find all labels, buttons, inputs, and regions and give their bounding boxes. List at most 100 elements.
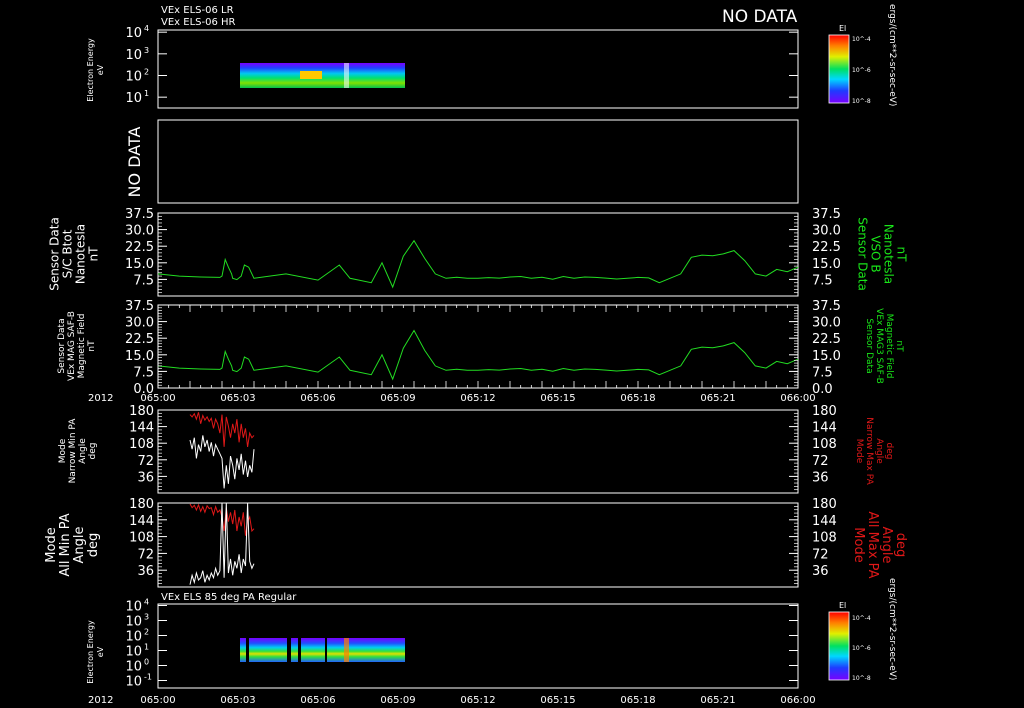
panel-3-ytick-label-right: 7.5 (812, 273, 833, 288)
panel-6-all-pa: 180 180144 144108 10872 7236 36 Mode All Min P… (44, 497, 908, 588)
panel-6-ytick-label: 36 (137, 564, 154, 579)
axis-2-time-tick-label: 065:06 (300, 695, 335, 706)
colorbar-1-tick-3: 10^-8 (852, 98, 871, 105)
panel-3-ytick-label-right: 22.5 (812, 240, 841, 255)
header-line-2: VEx ELS-06 HR (161, 17, 236, 28)
panel-5-right-label-line-2: Narrow Max PA (864, 417, 874, 485)
panel-3-ytick-label: 37.5 (125, 207, 154, 222)
axis-1-time-tick-label: 065:21 (700, 393, 735, 404)
panel-5-right-label-line-1: Mode (854, 439, 864, 464)
spectrogram-1-band (240, 63, 405, 88)
panel-5-ytick-label-right: 144 (812, 421, 837, 436)
colorbar-2-label: El (839, 601, 846, 610)
colorbar-1-tick-1: 10^-4 (852, 36, 871, 43)
colorbar-1-tick-2: 10^-6 (852, 67, 871, 74)
panel-3-ytick-label-right: 37.5 (812, 207, 841, 222)
panel-4-left-label-line-1: Sensor Data (57, 318, 67, 373)
panel-4-ytick-label-right: 37.5 (812, 299, 841, 314)
panel-5-right-label-line-4: deg (884, 443, 894, 460)
panel-5-ytick-label: 108 (129, 437, 154, 452)
panel-6-ytick-label: 108 (129, 531, 154, 546)
panel-5-ytick-label-right: 36 (812, 470, 829, 485)
panel-5-right-label-line-3: Angle (874, 438, 884, 464)
spectrogram-7-gap-4 (325, 638, 327, 662)
spectrogram-7-band (240, 638, 405, 662)
panel-6-ytick-label-right: 72 (812, 547, 829, 562)
panel-6-ytick-label-right: 36 (812, 564, 829, 579)
axis-1-time-tick-label: 065:09 (380, 393, 415, 404)
panel-5-ytick-label: 72 (137, 454, 154, 469)
colorbar-2-tick-2: 10^-6 (852, 645, 871, 652)
panel-4-ytick-label: 7.5 (133, 365, 154, 380)
panel-6-ytick-label: 180 (129, 497, 154, 512)
time-axis-year-2: 2012 (88, 695, 113, 706)
panel-3-ytick-label: 30.0 (125, 224, 154, 239)
panel-7-title: VEx ELS 85 deg PA Regular (161, 592, 297, 603)
panel-4-ytick-label-right: 22.5 (812, 332, 841, 347)
panel-7-spectrogram: 10 410 310 210 110 010 -1 Electron Energy eV (86, 598, 799, 690)
axis-1-time-tick-label: 065:12 (460, 393, 495, 404)
panel-1-ytick-exponent: 1 (144, 89, 149, 98)
panel-7-ytick-label: 10 (125, 630, 142, 645)
panel-1-ytick-label: 10 (125, 26, 142, 41)
panel-7-ytick-exponent: 3 (144, 613, 149, 622)
panel-5-max-trace (189, 412, 255, 447)
panel-1-ylabel-line1: Electron Energy (86, 38, 95, 102)
panel-3-left-label-line-1: Sensor Data (48, 217, 62, 291)
panel-6-left-label-line-2: All Min PA (58, 513, 73, 576)
colorbar-units-1: ergs/(cm**2-sr-sec-eV) (887, 4, 897, 106)
axis-2-time-tick-label: 065:12 (460, 695, 495, 706)
axis-1-time-tick-label: 065:15 (540, 393, 575, 404)
panel-5-left-label-line-2: Narrow Min PA (68, 418, 78, 484)
axis-2-time-tick-label: 066:00 (780, 695, 815, 706)
panel-6-right-label-line-4: deg (893, 533, 908, 558)
panel-5-ytick-label-right: 180 (812, 404, 837, 419)
header-line-1: VEx ELS-06 LR (161, 5, 234, 16)
panel-7-ytick-label: 10 (125, 615, 142, 630)
axis-2-time-tick-label: 065:09 (380, 695, 415, 706)
panel-7-ytick-exponent: 0 (144, 658, 149, 667)
panel-4-trace (157, 329, 799, 381)
panel-7-ytick-label: 10 (125, 600, 142, 615)
axis-2-time-tick-label: 065:00 (140, 695, 175, 706)
panel-3-btot: 37.5 37.530.0 30.022.5 22.515.0 15.07.5 7.5 S… (48, 207, 909, 297)
panel-3-left-label-line-3: Nanotesla (74, 224, 88, 284)
panel-3-ytick-label: 7.5 (133, 273, 154, 288)
axis-2-time-tick-label: 065:18 (620, 695, 655, 706)
panel-4-ytick-label-right: 30.0 (812, 316, 841, 331)
panel-7-ytick-exponent: 2 (144, 628, 149, 637)
panel-7-ylabel-line1: Electron Energy (86, 620, 95, 684)
time-axis-year-1: 2012 (88, 393, 113, 404)
panel-4-ytick-label: 15.0 (125, 349, 154, 364)
colorbar-2: El 10^-4 10^-6 10^-8 (828, 601, 871, 682)
panel-6-left-label-line-1: Mode (44, 527, 59, 562)
panel-4-right-label-line-3: Magnetic Field (884, 314, 894, 379)
axis-2-time-tick-label: 065:03 (220, 695, 255, 706)
spectrogram-1-stripe (344, 63, 349, 88)
panel-3-left-label-line-2: S/C Btot (61, 229, 75, 278)
panel-5-ytick-label: 144 (129, 421, 154, 436)
panel-5-left-label-line-3: Angle (78, 438, 88, 464)
no-data-label-top: NO DATA (722, 7, 798, 27)
spectrogram-1-hotspot (300, 71, 322, 79)
panel-7-ytick-exponent: 1 (144, 643, 149, 652)
panel-2-no-data-label: NO DATA (125, 127, 144, 198)
panel-6-ytick-label-right: 180 (812, 497, 837, 512)
panel-1-ytick-label: 10 (125, 70, 142, 85)
panel-3-left-label-line-4: nT (87, 246, 101, 262)
panel-4-left-label-line-2: VEx MAG SAF-B (67, 311, 77, 381)
panel-7-ytick-exponent: -1 (144, 673, 152, 682)
panel-3-right-label-line-2: VSO B (869, 235, 883, 272)
panel-6-ytick-label: 72 (137, 547, 154, 562)
panel-5-left-label-line-1: Mode (58, 438, 68, 463)
panel-5-left-label-line-4: deg (88, 443, 98, 460)
panel-6-ytick-label-right: 144 (812, 514, 837, 529)
panel-6-left-label-line-3: Angle (72, 527, 87, 564)
axis-1-time-tick-label: 065:18 (620, 393, 655, 404)
panel-3-right-label-line-3: Nanotesla (882, 224, 896, 284)
panel-5-ytick-label: 36 (137, 470, 154, 485)
axis-1-time-tick-label: 065:06 (300, 393, 335, 404)
panel-6-ytick-label-right: 108 (812, 531, 837, 546)
axis-1-time-tick-label: 065:03 (220, 393, 255, 404)
panel-5-narrow-pa: 180 180144 144108 10872 7236 36 Mode Narrow Mi… (58, 404, 894, 494)
